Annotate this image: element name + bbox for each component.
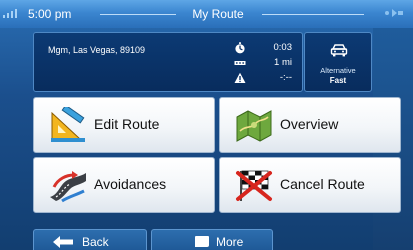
overview-button[interactable]: Overview <box>219 97 401 153</box>
map-icon <box>236 110 272 142</box>
ruler-triangle-icon <box>51 107 85 142</box>
status-divider-left <box>100 14 176 15</box>
page-title: My Route <box>192 7 244 21</box>
signal-strength-icon <box>3 8 21 18</box>
navigation-screen: 5:00 pm My Route Mgm, Las Vegas, 89109 0… <box>0 0 413 250</box>
overview-label: Overview <box>280 116 339 132</box>
back-label: Back <box>82 235 109 249</box>
stopwatch-icon <box>235 42 245 54</box>
checkered-flag-cancel-icon <box>236 170 272 201</box>
alternative-label: Alternative <box>320 66 356 75</box>
route-distance: 1 mi <box>274 57 292 68</box>
warning-row: -:-- <box>234 72 298 86</box>
distance-icon <box>234 61 246 65</box>
route-mode: Fast <box>329 76 347 85</box>
back-arrow-icon <box>53 236 73 248</box>
more-button[interactable]: More <box>151 229 273 250</box>
avoidances-button[interactable]: Avoidances <box>33 157 215 213</box>
edit-route-label: Edit Route <box>94 116 160 132</box>
edit-route-button[interactable]: Edit Route <box>33 97 215 153</box>
gps-satellite-icon <box>385 9 403 17</box>
status-divider-right <box>262 14 364 15</box>
route-summary-panel[interactable]: Mgm, Las Vegas, 89109 0:03 1 mi -:-- <box>33 32 303 92</box>
status-bar: 5:00 pm My Route <box>0 0 413 28</box>
car-icon <box>330 44 348 57</box>
more-label: More <box>216 235 244 249</box>
distance-row: 1 mi <box>234 57 298 71</box>
warning-icon <box>234 72 246 83</box>
warning-value: -:-- <box>279 72 292 83</box>
cancel-route-button[interactable]: Cancel Route <box>219 157 401 213</box>
avoidances-label: Avoidances <box>94 176 167 192</box>
road-icon <box>50 171 86 203</box>
alternative-route-button[interactable]: Alternative Fast <box>304 32 372 92</box>
duration-row: 0:03 <box>234 42 298 56</box>
back-button[interactable]: Back <box>33 229 147 250</box>
cancel-route-label: Cancel Route <box>280 176 365 192</box>
destination-address: Mgm, Las Vegas, 89109 <box>48 45 146 55</box>
more-menu-icon <box>195 236 209 247</box>
route-duration: 0:03 <box>273 42 293 53</box>
clock-time: 5:00 pm <box>28 7 72 21</box>
